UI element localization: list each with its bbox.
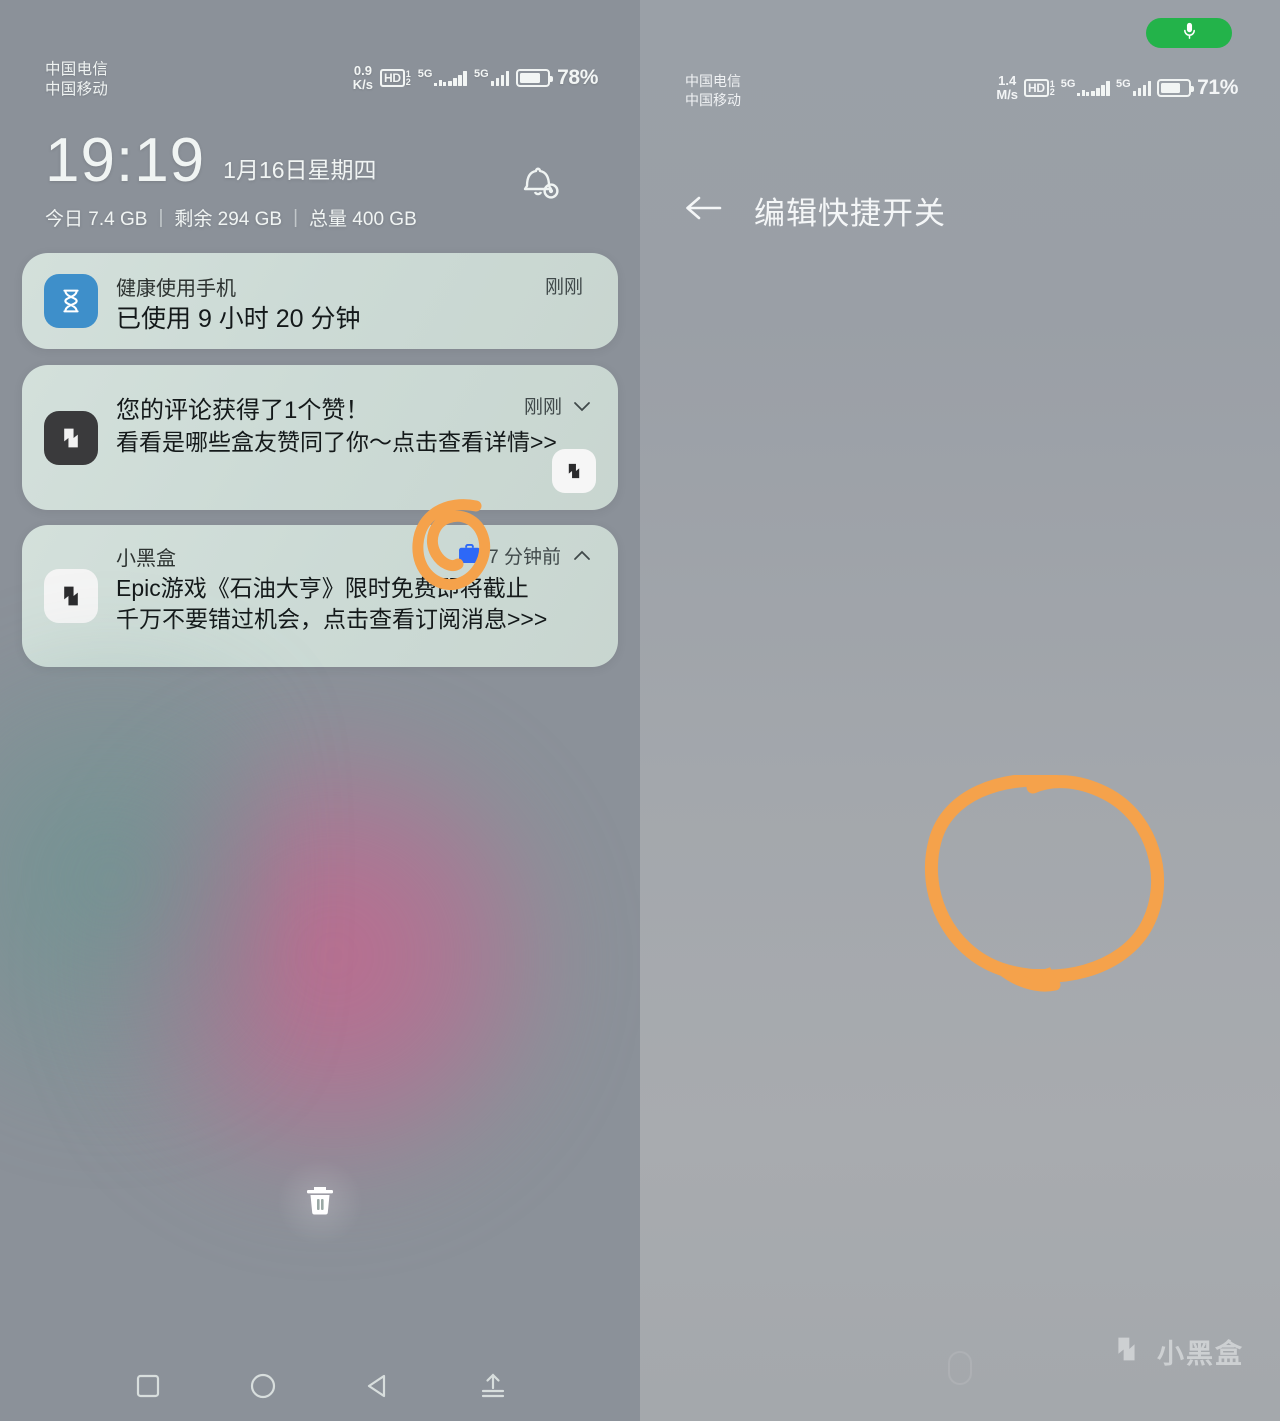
xiaoheihe-icon bbox=[44, 411, 98, 465]
chevron-down-icon[interactable] bbox=[572, 396, 592, 416]
notification-card-comment-like[interactable]: 您的评论获得了1个赞！ 刚刚 看看是哪些盒友赞同了你～点击查看详情>> bbox=[22, 365, 618, 510]
signal-bars-icon-2 bbox=[490, 69, 510, 86]
lockscreen-clock-block: 19:19 1月16日星期四 今日 7.4 GB | 剩余 294 GB | 总… bbox=[45, 130, 605, 231]
storage-total: 总量 400 GB bbox=[309, 209, 417, 230]
signal-group-1: 5G bbox=[1061, 79, 1110, 96]
battery-icon bbox=[516, 68, 554, 87]
network-type-2: 5G bbox=[473, 68, 489, 80]
notification-time: 刚刚 bbox=[523, 397, 562, 418]
recording-indicator-pill[interactable] bbox=[1146, 18, 1232, 48]
home-circle-icon[interactable] bbox=[248, 1371, 278, 1406]
notification-card-epic-game[interactable]: 小黑盒 7 分钟前 Epic游戏《石油大亨》限时免费即将截止 千万不要错过机会，… bbox=[22, 525, 618, 667]
signal-group-2: 5G bbox=[473, 68, 510, 86]
notification-time: 刚刚 bbox=[544, 277, 583, 298]
dual-screenshot-composite: 中国电信 中国移动 0.9 K/s HD 1 2 5G 5G 78% 19:19… bbox=[0, 0, 1280, 1421]
volte-indicator: HD 1 2 bbox=[380, 68, 411, 87]
storage-divider-2: | bbox=[293, 206, 299, 228]
sim-2-label: 2 bbox=[1049, 86, 1055, 97]
notification-title: 您的评论获得了1个赞！ bbox=[116, 397, 370, 424]
arrow-left-icon[interactable] bbox=[684, 194, 722, 227]
sim-numbers: 1 2 bbox=[1049, 79, 1055, 97]
signal-bars-icon-2 bbox=[1132, 79, 1152, 96]
status-icons: 0.9 K/s HD 1 2 5G 5G 78% bbox=[353, 64, 599, 91]
network-type-2: 5G bbox=[1115, 78, 1131, 90]
left-status-bar: 中国电信 中国移动 0.9 K/s HD 1 2 5G 5G 78% bbox=[0, 60, 640, 112]
volte-indicator: HD 1 2 bbox=[1024, 78, 1055, 97]
storage-free: 剩余 294 GB bbox=[174, 209, 283, 230]
hd-badge: HD bbox=[380, 68, 405, 87]
network-speed-indicator: 1.4 M/s bbox=[996, 74, 1018, 101]
hourglass-icon bbox=[44, 274, 98, 328]
status-icons: 1.4 M/s HD 1 2 5G 5G 71% bbox=[996, 74, 1238, 101]
share-upload-icon[interactable] bbox=[478, 1371, 508, 1406]
network-speed-value: 1.4 bbox=[998, 73, 1017, 88]
notification-body: 已使用 9 小时 20 分钟 bbox=[116, 305, 361, 333]
left-lockscreen-pane: 中国电信 中国移动 0.9 K/s HD 1 2 5G 5G 78% 19:19… bbox=[0, 0, 640, 1421]
battery-percent-label: 71% bbox=[1197, 75, 1238, 99]
clock-time: 19:19 bbox=[45, 126, 206, 195]
notification-body: Epic游戏《石油大亨》限时免费即将截止 千万不要错过机会，点击查看订阅消息>>… bbox=[116, 573, 616, 635]
notification-body-line-2: 千万不要错过机会，点击查看订阅消息>>> bbox=[116, 606, 548, 632]
notification-body: 看看是哪些盒友赞同了你～点击查看详情>> bbox=[116, 429, 557, 455]
network-speed-indicator: 0.9 K/s bbox=[353, 64, 373, 91]
carrier-line-2: 中国移动 bbox=[45, 81, 109, 98]
battery-icon bbox=[1157, 78, 1195, 97]
notification-time: 7 分钟前 bbox=[488, 547, 561, 568]
microphone-icon bbox=[1181, 21, 1198, 45]
notification-app-badge bbox=[552, 449, 596, 493]
carrier-line-1: 中国电信 bbox=[685, 73, 741, 89]
battery-percent-label: 78% bbox=[557, 65, 598, 89]
right-status-bar: 中国电信 中国移动 1.4 M/s HD 1 2 5G 5G 71% bbox=[640, 72, 1280, 120]
signal-bars-icon-1 bbox=[448, 69, 467, 86]
clear-notifications-button[interactable] bbox=[278, 1160, 362, 1244]
left-navigation-bar bbox=[0, 1355, 640, 1421]
sim-2-label: 2 bbox=[405, 76, 411, 87]
notification-card-digital-wellbeing[interactable]: 健康使用手机 刚刚 已使用 9 小时 20 分钟 bbox=[22, 253, 618, 349]
watermark: 小黑盒 bbox=[1107, 1330, 1244, 1373]
notification-app-name: 小黑盒 bbox=[116, 548, 176, 570]
hd-badge: HD bbox=[1024, 78, 1049, 97]
data-activity-icon bbox=[1077, 86, 1090, 96]
carrier-labels: 中国电信 中国移动 bbox=[685, 72, 741, 110]
notification-body-line-1: Epic游戏《石油大亨》限时免费即将截止 bbox=[116, 575, 529, 601]
recents-square-icon[interactable] bbox=[133, 1371, 163, 1406]
right-settings-pane: 中国电信 中国移动 1.4 M/s HD 1 2 5G 5G 71% 编辑快捷开… bbox=[640, 0, 1280, 1421]
trash-icon bbox=[298, 1178, 342, 1227]
signal-group-2: 5G bbox=[1115, 78, 1152, 96]
signal-group-1: 5G bbox=[418, 69, 467, 86]
watermark-text: 小黑盒 bbox=[1157, 1339, 1244, 1369]
chevron-up-icon[interactable] bbox=[572, 546, 592, 566]
carrier-line-2: 中国移动 bbox=[685, 92, 741, 108]
network-speed-unit: M/s bbox=[996, 86, 1019, 102]
clock-date: 1月16日星期四 bbox=[223, 157, 377, 183]
network-type-1: 5G bbox=[417, 68, 433, 80]
data-activity-icon bbox=[434, 76, 447, 86]
signal-bars-icon-1 bbox=[1091, 79, 1110, 96]
xiaoheihe-logo-icon bbox=[1107, 1330, 1145, 1373]
network-speed-value: 0.9 bbox=[353, 63, 372, 78]
xiaoheihe-icon bbox=[44, 569, 98, 623]
network-type-1: 5G bbox=[1060, 78, 1076, 90]
briefcase-icon bbox=[458, 544, 481, 564]
network-speed-unit: K/s bbox=[352, 76, 374, 92]
page-header: 编辑快捷开关 bbox=[684, 188, 946, 233]
page-title: 编辑快捷开关 bbox=[754, 196, 946, 231]
storage-summary: 今日 7.4 GB | 剩余 294 GB | 总量 400 GB bbox=[45, 204, 605, 231]
notification-settings-icon[interactable] bbox=[515, 158, 561, 204]
home-indicator bbox=[948, 1351, 972, 1385]
storage-divider-1: | bbox=[158, 206, 164, 228]
storage-today: 今日 7.4 GB bbox=[45, 209, 148, 230]
carrier-line-1: 中国电信 bbox=[45, 61, 109, 78]
notification-app-name: 健康使用手机 bbox=[116, 278, 236, 300]
carrier-labels: 中国电信 中国移动 bbox=[45, 60, 108, 100]
sim-numbers: 1 2 bbox=[405, 69, 411, 87]
back-triangle-icon[interactable] bbox=[363, 1371, 393, 1406]
